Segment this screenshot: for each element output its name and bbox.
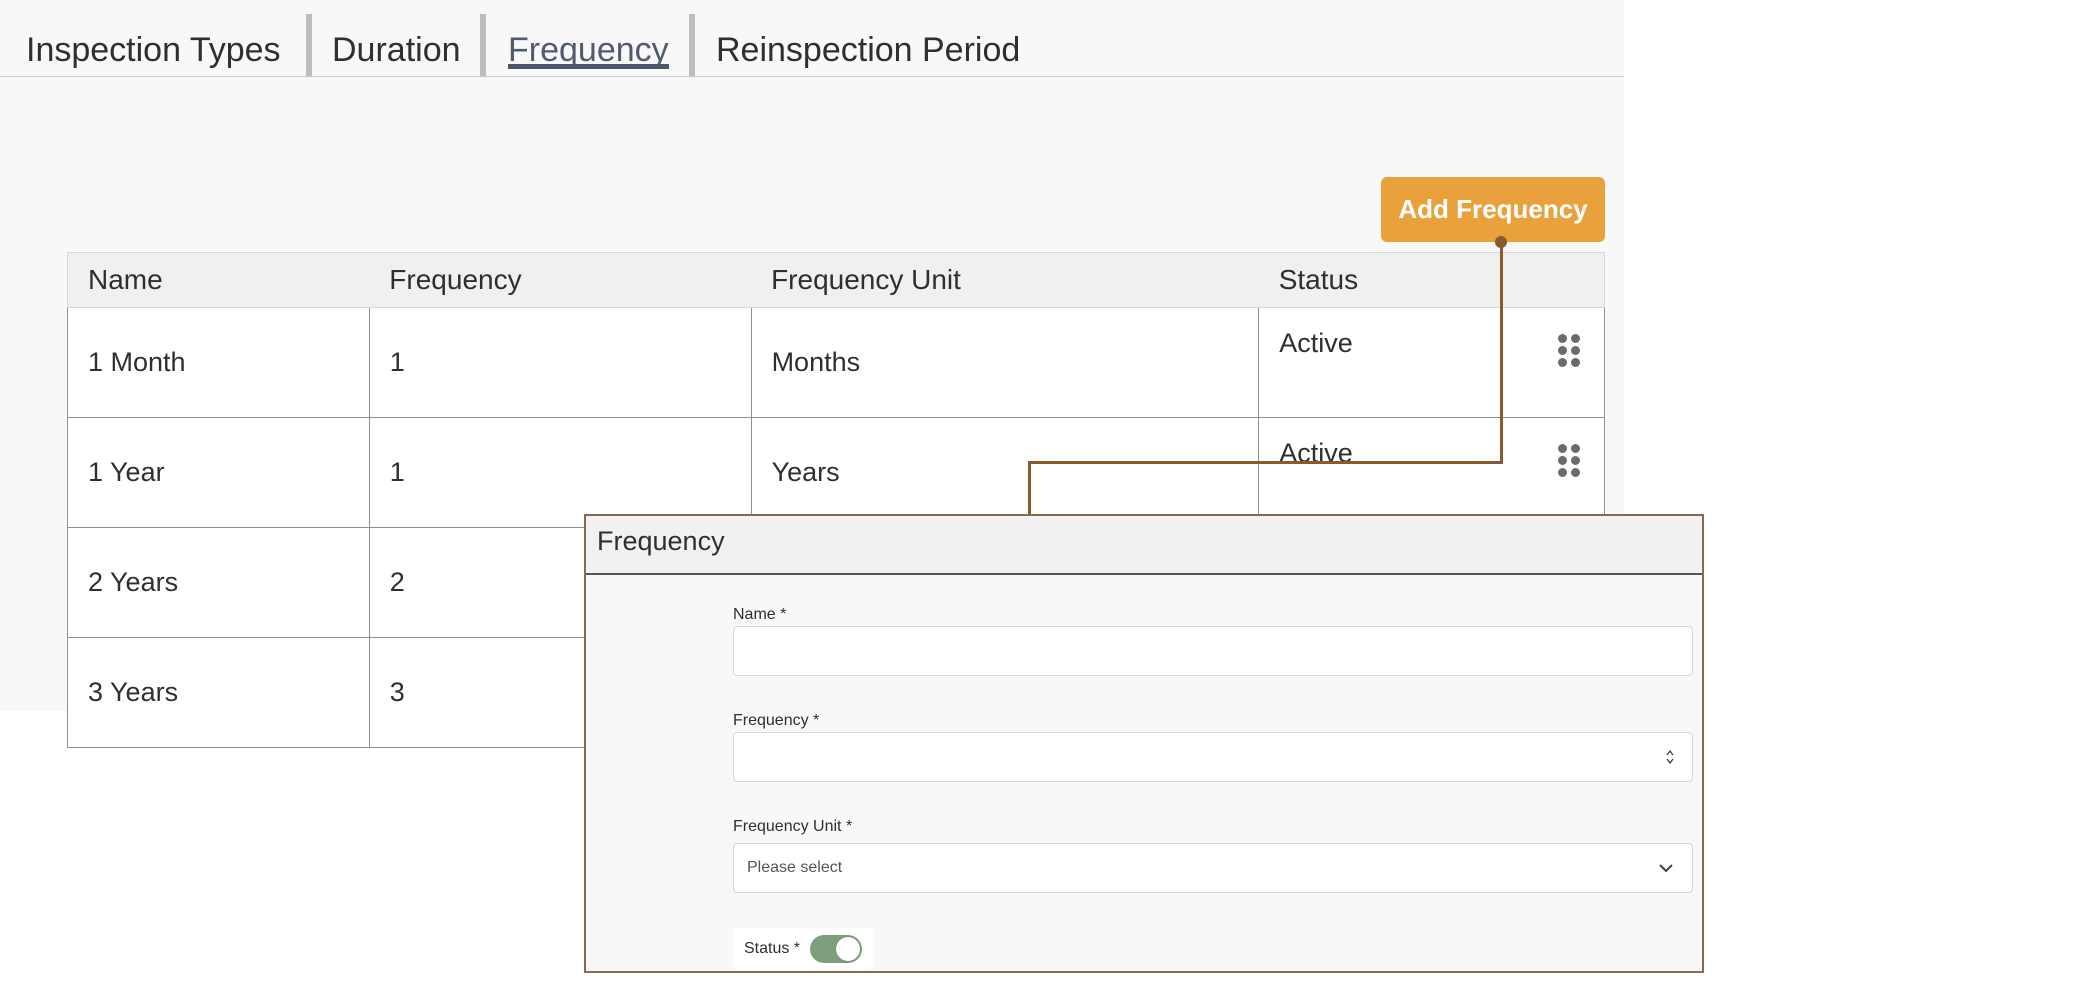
table-row[interactable]: 1 Month 1 Months Active bbox=[67, 307, 1605, 418]
cell-name: 3 Years bbox=[67, 637, 370, 748]
cell-frequency: 1 bbox=[368, 307, 752, 418]
tab-bar: Inspection Types Duration Frequency Rein… bbox=[0, 0, 1624, 77]
dialog-title: Frequency bbox=[586, 516, 1702, 575]
cell-name: 1 Year bbox=[67, 417, 370, 528]
status-toggle[interactable] bbox=[810, 935, 862, 963]
tab-duration[interactable]: Duration bbox=[332, 0, 461, 76]
cell-frequency: 1 bbox=[368, 417, 752, 528]
cell-name: 2 Years bbox=[67, 527, 370, 638]
tab-inspection-types[interactable]: Inspection Types bbox=[26, 0, 281, 76]
number-spinner-icon[interactable] bbox=[1666, 750, 1674, 764]
frequency-unit-select[interactable]: Please select bbox=[733, 843, 1693, 893]
cell-status: Active bbox=[1258, 417, 1605, 528]
add-frequency-button[interactable]: Add Frequency bbox=[1381, 177, 1605, 242]
column-header-frequency: Frequency bbox=[369, 252, 752, 308]
status-text: Active bbox=[1279, 328, 1353, 358]
status-field: Status * bbox=[733, 928, 873, 970]
frequency-field-label: Frequency * bbox=[733, 712, 820, 729]
status-field-label: Status * bbox=[744, 940, 801, 957]
active-tab-underline bbox=[508, 64, 669, 69]
column-header-status: Status bbox=[1258, 252, 1605, 308]
select-placeholder: Please select bbox=[747, 859, 843, 876]
frequency-number-field[interactable] bbox=[733, 732, 1693, 782]
column-header-name: Name bbox=[67, 252, 370, 308]
name-field[interactable] bbox=[733, 626, 1693, 676]
table-header-row: Name Frequency Frequency Unit Status bbox=[67, 252, 1605, 308]
cell-unit: Years bbox=[750, 417, 1260, 528]
frequency-unit-field-label: Frequency Unit * bbox=[733, 818, 853, 835]
callout-line bbox=[1028, 461, 1503, 464]
tab-separator bbox=[306, 14, 312, 76]
toggle-knob bbox=[836, 937, 860, 961]
tab-separator bbox=[480, 14, 486, 76]
column-header-frequency-unit: Frequency Unit bbox=[751, 252, 1259, 308]
callout-line bbox=[1500, 242, 1503, 464]
cell-unit: Months bbox=[750, 307, 1260, 418]
cell-name: 1 Month bbox=[67, 307, 370, 418]
chevron-down-icon bbox=[1659, 864, 1673, 873]
callout-line bbox=[1028, 461, 1031, 516]
tab-separator bbox=[689, 14, 695, 76]
frequency-dialog: Frequency Name * Frequency * Frequency U… bbox=[584, 514, 1704, 973]
table-row[interactable]: 1 Year 1 Years Active bbox=[67, 417, 1605, 528]
tab-frequency[interactable]: Frequency bbox=[508, 0, 669, 76]
drag-handle-icon[interactable] bbox=[1558, 334, 1580, 368]
name-field-label: Name * bbox=[733, 606, 787, 623]
drag-handle-icon[interactable] bbox=[1558, 444, 1580, 478]
tab-reinspection-period[interactable]: Reinspection Period bbox=[716, 0, 1020, 76]
cell-status: Active bbox=[1258, 307, 1605, 418]
